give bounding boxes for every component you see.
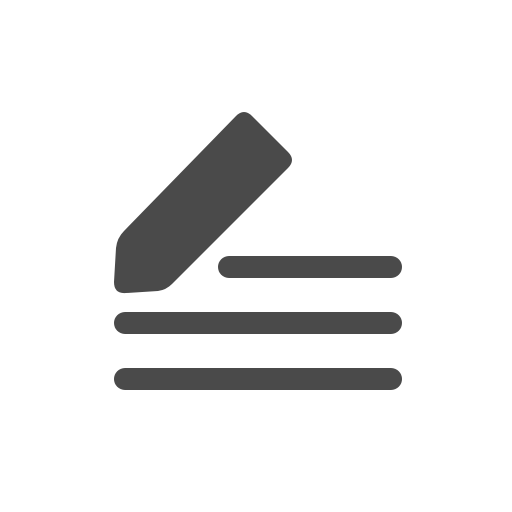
icon-canvas: [0, 0, 512, 512]
edit-notes-icon: [0, 0, 512, 512]
